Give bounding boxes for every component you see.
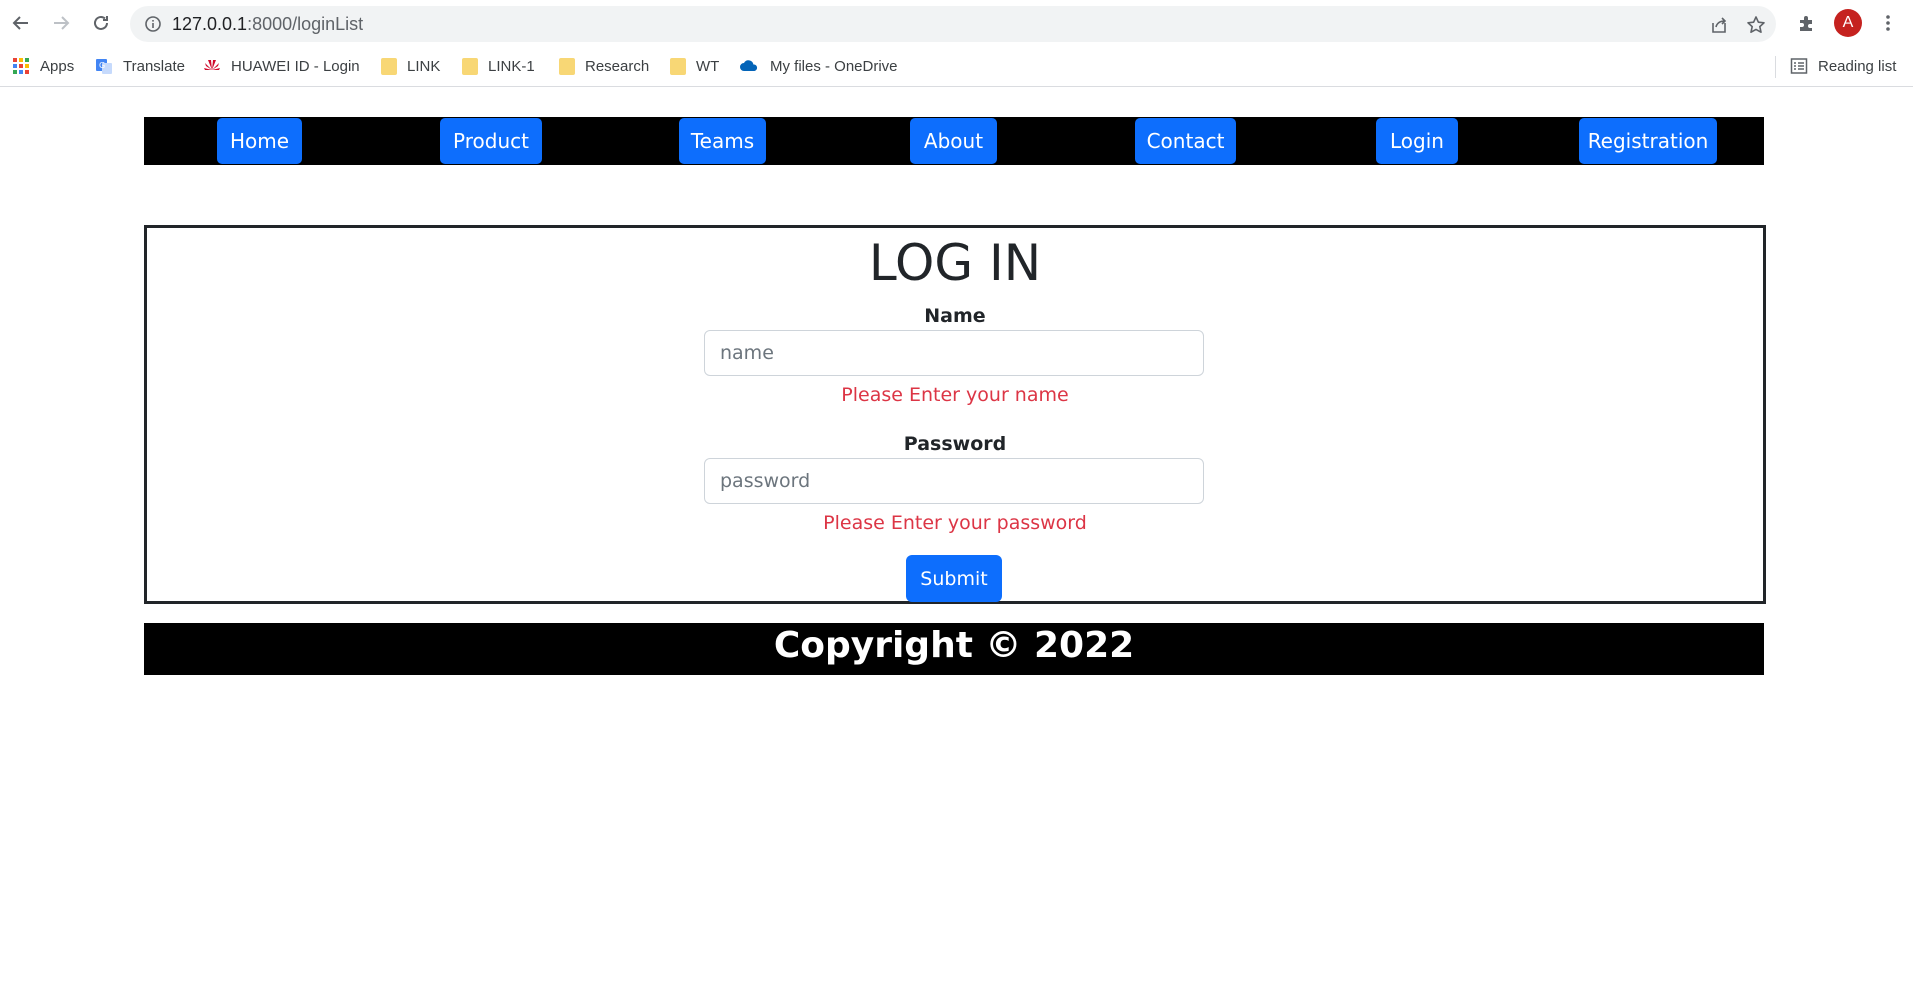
bookmark-label: Apps <box>40 57 75 75</box>
nav-login-button[interactable]: Login <box>1376 118 1458 164</box>
folder-icon <box>381 57 397 75</box>
apps-grid-icon <box>13 58 29 74</box>
login-form: LOG IN Name Please Enter your name Passw… <box>144 225 1766 604</box>
reading-list-button[interactable]: Reading list <box>1790 54 1896 78</box>
bookmark-label: Research <box>585 57 650 75</box>
name-label: Name <box>924 305 986 327</box>
reload-icon[interactable] <box>85 7 117 39</box>
bookmark-apps[interactable]: Apps <box>12 54 74 78</box>
extensions-puzzle-icon[interactable] <box>1791 7 1823 39</box>
back-arrow-icon[interactable] <box>5 7 37 39</box>
bookmark-folder-link-1[interactable]: LINK-1 <box>462 54 535 78</box>
nav-product-button[interactable]: Product <box>440 118 542 164</box>
onedrive-cloud-icon <box>740 60 758 71</box>
nav-registration-button[interactable]: Registration <box>1579 118 1717 164</box>
nav-home-button[interactable]: Home <box>217 118 302 164</box>
bookmark-folder-wt[interactable]: WT <box>670 54 719 78</box>
bookmark-folder-research[interactable]: Research <box>559 54 649 78</box>
folder-icon <box>670 57 686 75</box>
address-bar[interactable]: 127.0.0.1:8000/loginList <box>130 6 1776 42</box>
bookmark-label: My files - OneDrive <box>770 57 898 75</box>
profile-avatar[interactable]: A <box>1834 9 1862 37</box>
svg-text:G: G <box>99 61 105 70</box>
bookmark-label: LINK <box>407 57 441 75</box>
google-translate-icon: G <box>96 59 112 74</box>
bookmark-onedrive[interactable]: My files - OneDrive <box>738 54 898 78</box>
folder-icon <box>462 57 478 75</box>
reading-list-label: Reading list <box>1818 57 1897 75</box>
bookmark-label: Translate <box>123 57 185 75</box>
bookmark-label: WT <box>696 57 720 75</box>
reading-list-icon <box>1790 58 1808 74</box>
url-text: 127.0.0.1:8000/loginList <box>172 14 364 34</box>
password-input[interactable] <box>704 458 1204 504</box>
name-input[interactable] <box>704 330 1204 376</box>
bookmark-folder-link[interactable]: LINK <box>381 54 440 78</box>
huawei-logo-icon <box>204 60 220 70</box>
bookmarks-bar: Apps G Translate HUAWEI ID - Login LINK … <box>0 46 1913 87</box>
nav-about-button[interactable]: About <box>910 118 997 164</box>
share-icon[interactable] <box>1709 15 1729 35</box>
name-error-message: Please Enter your name <box>841 384 1069 406</box>
bookmark-translate[interactable]: G Translate <box>95 54 185 78</box>
submit-button[interactable]: Submit <box>906 555 1002 602</box>
bookmarks-divider <box>1775 56 1776 78</box>
nav-contact-button[interactable]: Contact <box>1135 118 1236 164</box>
folder-icon <box>559 57 575 75</box>
login-title: LOG IN <box>868 234 1042 292</box>
kebab-menu-icon[interactable] <box>1872 7 1904 39</box>
password-error-message: Please Enter your password <box>823 512 1087 534</box>
footer-copyright: Copyright © 2022 <box>144 623 1764 675</box>
bookmark-label: HUAWEI ID - Login <box>231 57 360 75</box>
password-label: Password <box>903 433 1007 455</box>
main-navbar: Home Product Teams About Contact Login R… <box>144 117 1764 165</box>
browser-toolbar: 127.0.0.1:8000/loginList A <box>0 0 1913 46</box>
nav-teams-button[interactable]: Teams <box>679 118 766 164</box>
site-info-icon[interactable] <box>144 15 162 33</box>
bookmark-huawei[interactable]: HUAWEI ID - Login <box>203 54 360 78</box>
bookmark-label: LINK-1 <box>488 57 535 75</box>
bookmark-star-icon[interactable] <box>1746 15 1766 35</box>
forward-arrow-icon[interactable] <box>45 7 77 39</box>
